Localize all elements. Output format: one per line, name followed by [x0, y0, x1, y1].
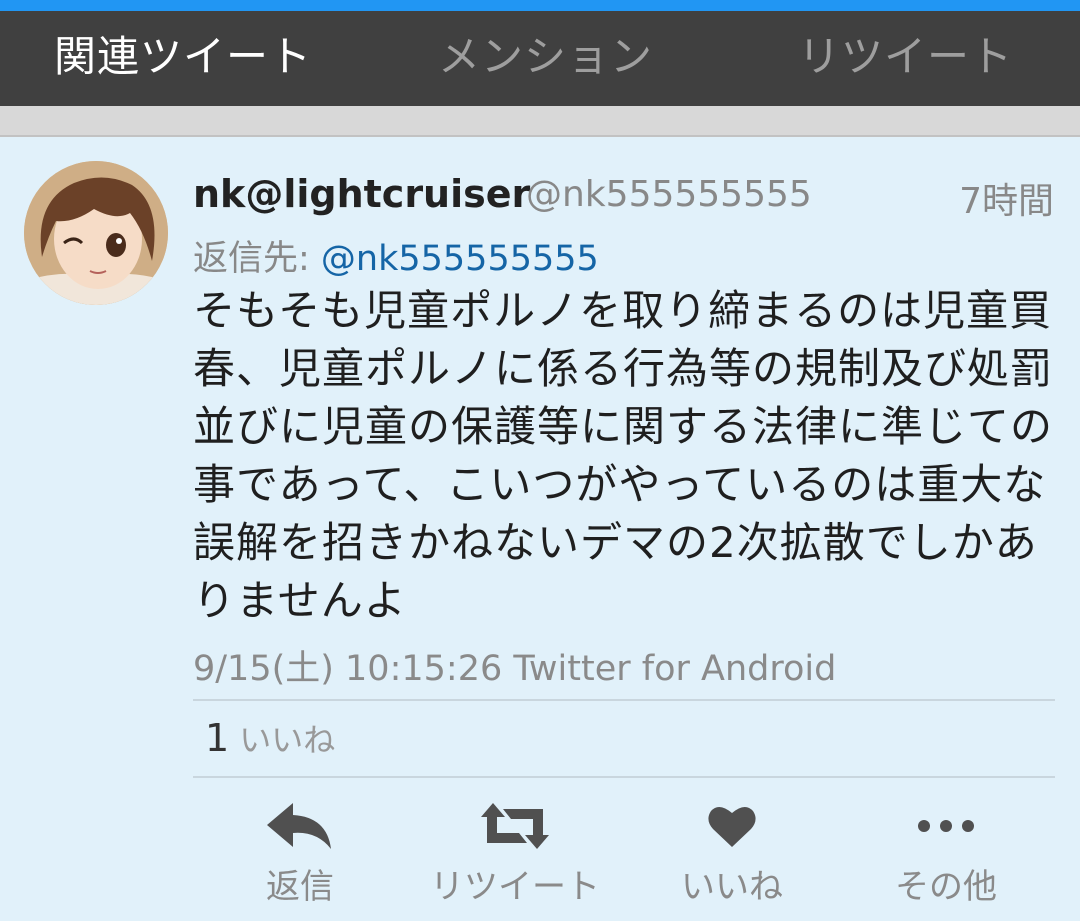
retweet-icon [481, 803, 549, 849]
retweet-button[interactable]: リツイート [415, 795, 615, 908]
divider [193, 776, 1055, 778]
reply-to-row: 返信先: @nk555555555 [193, 230, 599, 281]
like-button[interactable]: いいね [632, 795, 832, 908]
tab-mentions[interactable]: メンション [438, 11, 653, 106]
reply-to-handle[interactable]: @nk555555555 [321, 239, 599, 279]
tweet-text: そもそも児童ポルノを取り締まるのは児童買春、児童ポルノに係る行為等の規制及び処罰… [193, 286, 1054, 625]
top-accent-line [0, 0, 1080, 11]
avatar-illustration [24, 161, 168, 305]
like-count-label: いいね [239, 721, 336, 759]
display-name[interactable]: nk@lightcruiser [193, 172, 530, 216]
user-handle[interactable]: @nk555555555 [526, 174, 812, 215]
heart-icon [708, 806, 756, 847]
relative-time: 7時間 [959, 181, 1054, 222]
more-icon [918, 820, 974, 832]
like-stats[interactable]: 1 いいね [205, 715, 335, 761]
tab-bar: 関連ツイート メンション リツイート [0, 11, 1080, 106]
divider [193, 699, 1055, 701]
more-label: その他 [895, 867, 997, 907]
reply-to-prefix: 返信先: [193, 239, 321, 279]
timestamp-client: 9/15(土) 10:15:26 Twitter for Android [193, 649, 837, 689]
reply-label: 返信 [266, 867, 334, 907]
more-button[interactable]: その他 [846, 795, 1046, 908]
avatar[interactable] [24, 161, 168, 305]
tab-retweets[interactable]: リツイート [798, 11, 1013, 106]
reply-button[interactable]: 返信 [200, 795, 400, 908]
retweet-label: リツイート [430, 867, 600, 907]
reply-icon [267, 803, 331, 849]
tab-related-tweets[interactable]: 関連ツイート [54, 11, 312, 106]
like-count: 1 [205, 716, 230, 760]
tab-divider-strip [0, 106, 1080, 137]
like-label: いいね [681, 867, 783, 907]
